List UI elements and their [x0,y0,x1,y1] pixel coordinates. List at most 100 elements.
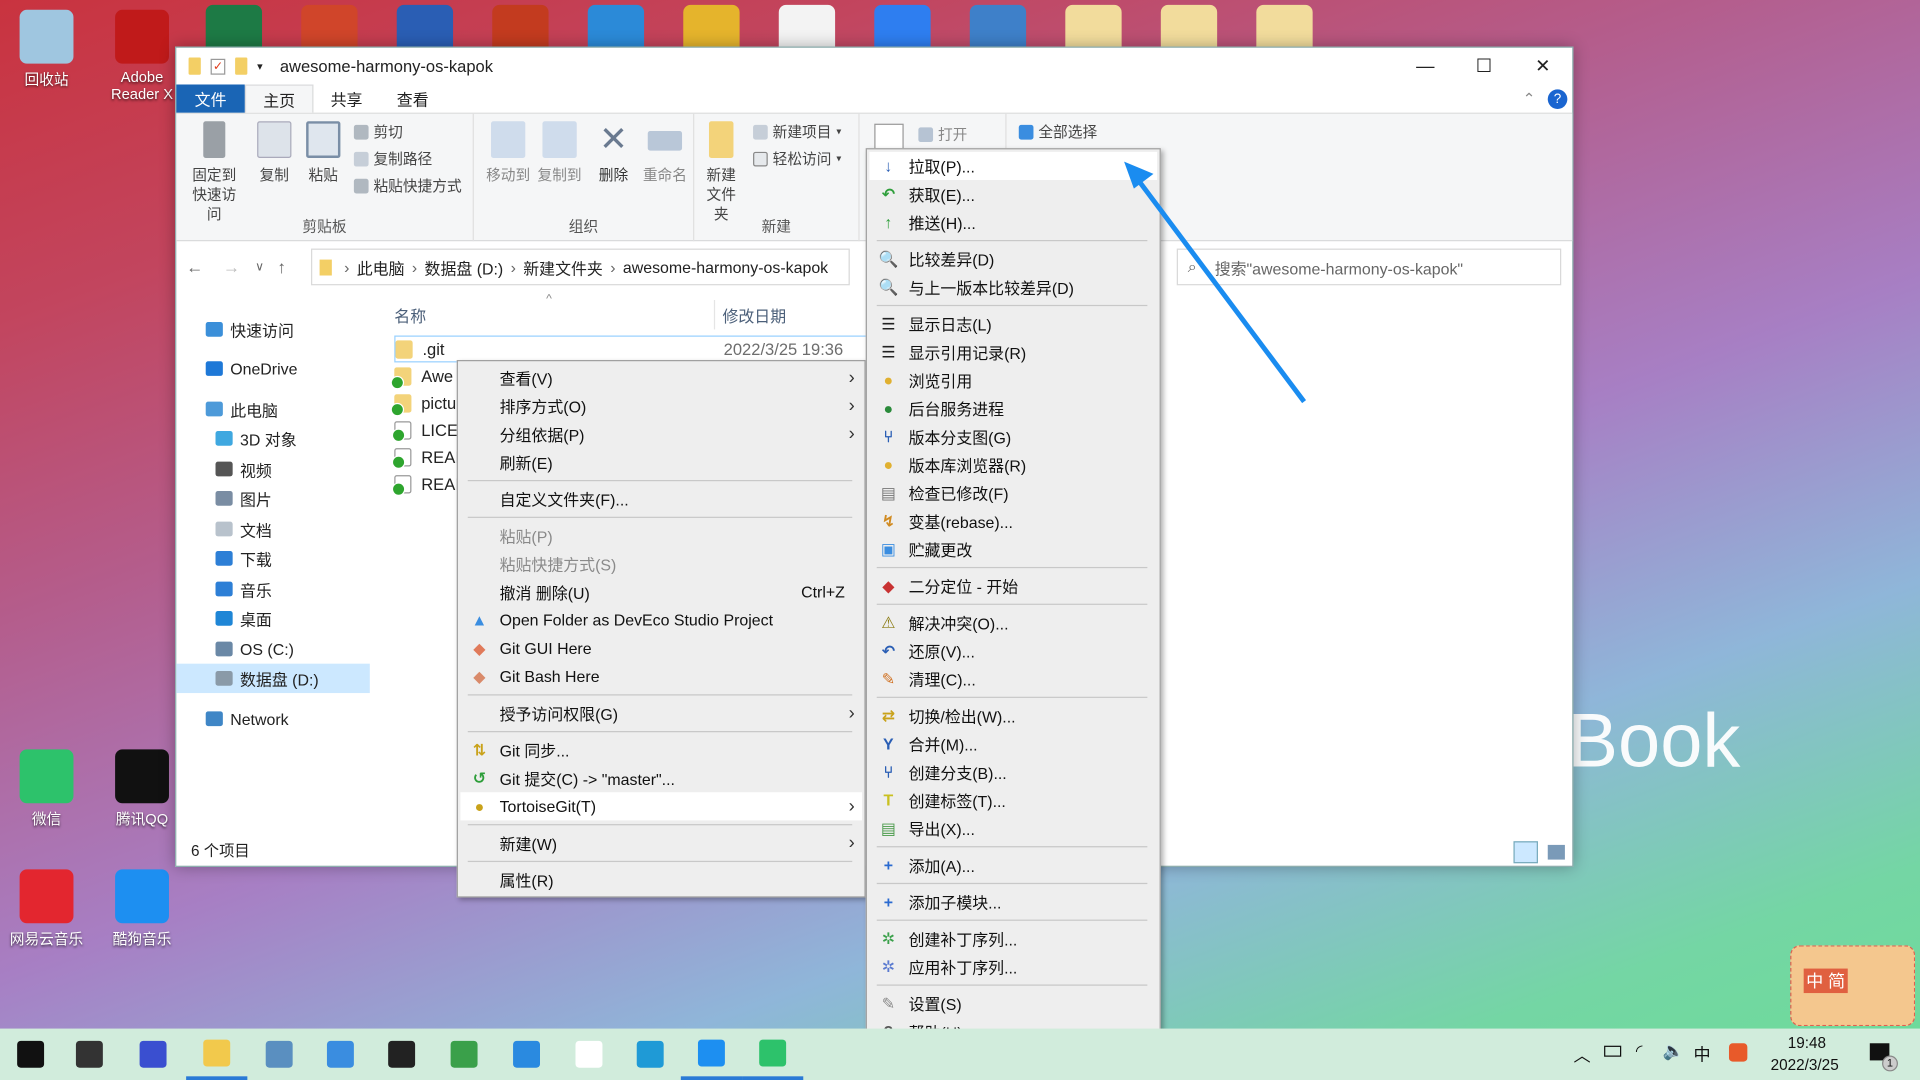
terminal[interactable] [371,1029,432,1080]
ime-indicator[interactable]: 中 [1693,1042,1710,1066]
rename-button[interactable]: 重命名 [636,121,695,185]
edge-icon[interactable] [587,4,645,47]
breadcrumb-current[interactable]: awesome-harmony-os-kapok [623,258,828,276]
up-button[interactable]: ↑ [269,257,293,277]
address-bar[interactable]: › 此电脑 › 数据盘 (D:) › 新建文件夹 › awesome-harmony-… [311,248,850,286]
menu-item[interactable]: ↶ 还原(V)... [869,637,1157,665]
desktop-icon[interactable]: 回收站 [7,9,85,90]
desktop-icon[interactable]: 腾讯QQ [103,749,181,829]
menu-item[interactable]: 查看(V) › [460,364,862,392]
menu-item[interactable]: 属性(R) [460,866,862,894]
folder-icon[interactable] [1160,4,1218,47]
delete-button[interactable]: ✕ 删除 [584,121,643,185]
close-button[interactable]: ✕ [1513,48,1572,85]
sidebar-item[interactable]: 桌面 [176,604,369,633]
menu-item[interactable]: ▤ 检查已修改(F) [869,479,1157,507]
menu-item[interactable]: ◆ Git GUI Here [460,634,862,662]
menu-item[interactable]: ● 版本库浏览器(R) [869,451,1157,479]
menu-item[interactable]: 授予访问权限(G) › [460,699,862,727]
breadcrumb-drive-d[interactable]: 数据盘 (D:) [425,255,504,278]
help-icon[interactable]: ? [1547,88,1568,109]
network-icon[interactable] [969,4,1027,47]
column-header-modified[interactable]: 修改日期 [722,300,786,329]
ime-mascot-widget[interactable]: 中 简 [1790,945,1916,1027]
new-folder-quick-icon[interactable] [235,57,248,75]
sidebar-item[interactable]: 3D 对象 [176,424,369,453]
minimize-button[interactable]: — [1396,48,1455,85]
desktop-icon[interactable]: 酷狗音乐 [103,869,181,949]
word-icon[interactable] [396,4,454,47]
menu-item[interactable]: ⇅ Git 同步... [460,736,862,764]
menu-item[interactable]: 粘贴(P) [460,522,862,550]
menu-item[interactable]: ↯ 变基(rebase)... [869,507,1157,535]
menu-item[interactable]: ✎ 清理(C)... [869,665,1157,693]
menu-item[interactable]: ▤ 导出(X)... [869,814,1157,842]
wifi-icon[interactable]: ◜ [1636,1041,1643,1062]
menu-item[interactable]: ⑂ 创建分支(B)... [869,758,1157,786]
new-item-button[interactable]: 新建项目 ▾ [753,121,841,142]
menu-item[interactable]: ⇄ 切换/检出(W)... [869,702,1157,730]
chrome-icon[interactable] [683,4,740,47]
customize-quick-access-icon[interactable]: ▾ [257,59,263,72]
menu-item[interactable]: 排序方式(O) › [460,392,862,420]
back-button[interactable]: ← [176,257,213,277]
large-icons-view-button[interactable] [1547,844,1565,860]
recent-dropdown[interactable]: ∨ [250,260,270,273]
menu-item[interactable]: ▣ 贮藏更改 [869,535,1157,563]
search-button[interactable] [59,1029,120,1080]
show-hidden-icons-button[interactable]: ︿ [1573,1043,1590,1067]
sidebar-item[interactable]: 此电脑 [176,394,369,423]
folder-icon[interactable] [1065,4,1122,47]
easy-access-button[interactable]: 轻松访问 ▾ [753,148,841,169]
copy-to-button[interactable]: 复制到 [530,121,589,185]
folder-icon[interactable] [1256,4,1313,47]
menu-item[interactable]: 新建(W) › [460,829,862,857]
office-icon[interactable] [492,4,549,47]
move-to-button[interactable]: 移动到 [479,121,538,185]
breadcrumb-new-folder[interactable]: 新建文件夹 [523,255,603,278]
this-pc[interactable] [249,1029,310,1080]
deveco-app[interactable] [496,1029,557,1080]
menu-item[interactable]: ⚠ 解决冲突(O)... [869,609,1157,637]
sidebar-item[interactable]: 图片 [176,484,369,513]
edge-app[interactable] [620,1029,681,1080]
file-explorer[interactable] [186,1029,248,1080]
menu-item[interactable]: ⑂ 版本分支图(G) [869,422,1157,450]
volume-icon[interactable]: 🔈 [1663,1041,1684,1062]
feishu-icon[interactable] [874,4,931,47]
sidebar-item[interactable]: 视频 [176,454,369,483]
matebook-app[interactable] [122,1029,183,1080]
menu-item[interactable]: 刷新(E) [460,448,862,476]
cut-button[interactable]: 剪切 [353,121,403,142]
desktop-icon[interactable]: 微信 [7,749,85,829]
tab-file[interactable]: 文件 [176,84,245,113]
wechat-app[interactable] [742,1029,804,1080]
maximize-button[interactable]: ☐ [1455,48,1514,85]
paste-button[interactable]: 粘贴 [294,121,353,185]
menu-item[interactable]: ▲ Open Folder as DevEco Studio Project [460,606,862,634]
column-header-name[interactable]: 名称 [394,300,426,329]
battery-icon[interactable] [1604,1045,1622,1057]
control-app[interactable] [310,1029,371,1080]
forward-button[interactable]: → [213,257,250,277]
sidebar-item[interactable]: OS (C:) [176,634,369,663]
column-divider[interactable] [713,300,716,330]
green-app[interactable] [433,1029,494,1080]
menu-item[interactable]: 粘贴快捷方式(S) [460,550,862,578]
copy-path-button[interactable]: 复制路径 [353,148,432,169]
sidebar-item[interactable]: Network [176,704,369,733]
sogou-icon[interactable] [1728,1043,1748,1062]
menu-item[interactable]: ◆ 二分定位 - 开始 [869,572,1157,600]
properties-quick-icon[interactable]: ✓ [210,58,226,75]
clock-time[interactable]: 19:48 [1788,1035,1826,1052]
word-app[interactable] [558,1029,619,1080]
breadcrumb-this-pc[interactable]: 此电脑 [357,255,405,278]
menu-item[interactable]: Y 合并(M)... [869,730,1157,758]
menu-item[interactable]: 分组依据(P) › [460,420,862,448]
kugou-app[interactable] [680,1029,743,1080]
open-button[interactable]: 打开 [918,124,967,145]
sidebar-item[interactable]: 音乐 [176,574,369,603]
menu-item[interactable]: 自定义文件夹(F)... [460,485,862,513]
menu-item[interactable]: 撤消 删除(U) Ctrl+Z [460,578,862,606]
menu-item[interactable]: + 添加子模块... [869,888,1157,916]
